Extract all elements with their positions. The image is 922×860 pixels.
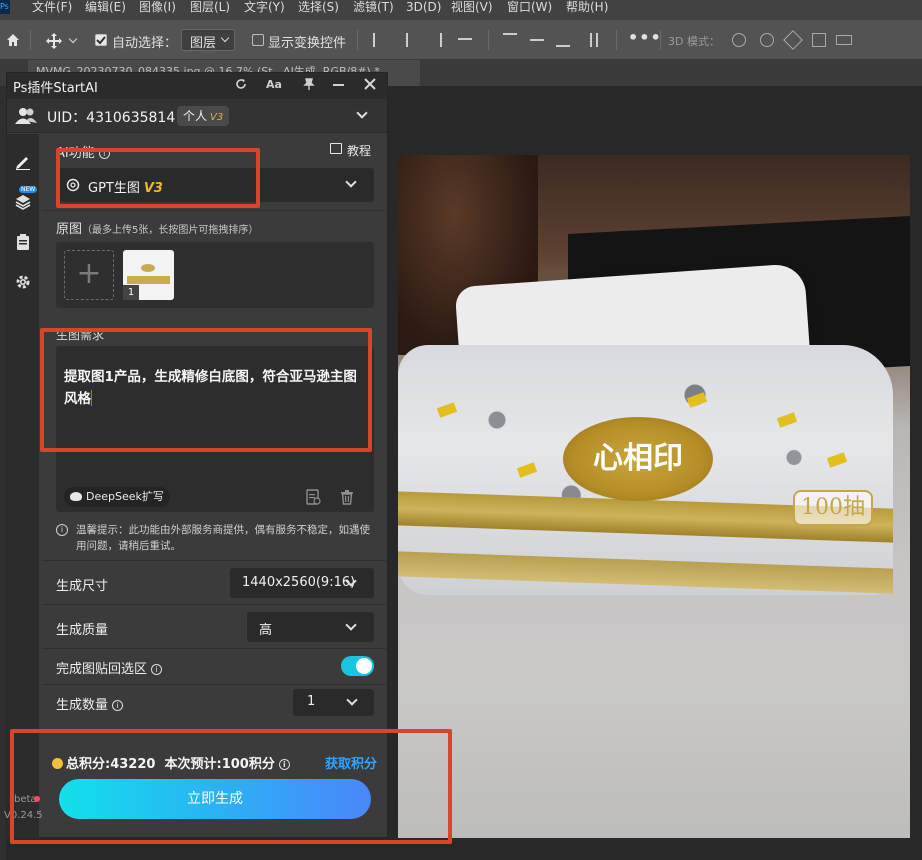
show-transform-checkbox[interactable] (252, 34, 264, 46)
auto-select-checkbox[interactable] (95, 34, 107, 46)
count-badge: 100抽 (793, 490, 873, 526)
info-icon: i (151, 664, 163, 675)
minimize-icon[interactable] (333, 84, 344, 86)
new-badge: NEW (19, 186, 38, 193)
move-tool-icon[interactable] (46, 33, 62, 49)
deepseek-expand-button[interactable]: DeepSeek扩写 (64, 487, 170, 507)
menu-bar: Ps 文件(F) 编辑(E) 图像(I) 图层(L) 文字(Y) 选择(S) 滤… (0, 0, 922, 20)
photoshop-app-icon[interactable]: Ps (0, 0, 10, 14)
refresh-icon[interactable] (235, 78, 247, 90)
chevron-down-icon (346, 694, 358, 706)
book-icon (330, 143, 342, 154)
quality-dropdown[interactable]: 高 (247, 612, 374, 642)
menu-select[interactable]: 选择(S) (298, 0, 339, 14)
menu-layer[interactable]: 图层(L) (190, 0, 230, 14)
3d-slide-icon[interactable] (812, 33, 826, 47)
thumbnail-index: 1 (123, 285, 139, 300)
menu-filter[interactable]: 滤镜(T) (353, 0, 394, 14)
3d-camera-icon[interactable] (836, 35, 852, 45)
edit-pen-icon[interactable] (15, 154, 31, 170)
tutorial-link[interactable]: 教程 (330, 142, 371, 159)
chevron-down-icon (345, 176, 357, 188)
distribute-icon[interactable] (590, 33, 598, 47)
paste-back-label: 完成图贴回选区 i (56, 658, 163, 677)
align-bottom-icon[interactable] (556, 33, 570, 47)
home-icon[interactable] (6, 33, 20, 47)
menu-view[interactable]: 视图(V) (451, 0, 493, 14)
chevron-down-icon[interactable] (68, 34, 78, 44)
size-dropdown[interactable]: 1440x2560(9:16) (230, 568, 374, 598)
menu-type[interactable]: 文字(Y) (244, 0, 285, 14)
menu-window[interactable]: 窗口(W) (507, 0, 552, 14)
chevron-down-icon[interactable] (356, 107, 368, 119)
auto-select-label: 自动选择： (112, 36, 178, 51)
font-size-icon[interactable]: Aa (266, 78, 282, 91)
count-dropdown[interactable]: 1 (293, 689, 374, 716)
3d-orbit-icon[interactable] (732, 33, 746, 47)
3d-pan-icon[interactable] (783, 30, 803, 50)
menu-file[interactable]: 文件(F) (32, 0, 72, 14)
source-image-label: 原图（最多上传5张，长按图片可拖拽排序） (56, 222, 259, 237)
auto-select-dropdown[interactable]: 图层 (181, 29, 235, 51)
menu-help[interactable]: 帮助(H) (566, 0, 608, 14)
brand-logo: 心相印 (563, 417, 713, 501)
panel-header: Ps插件StartAI Aa (7, 73, 387, 99)
trash-icon[interactable] (340, 489, 354, 505)
more-options-icon[interactable]: ••• (628, 28, 662, 47)
annotation-box-prompt (40, 328, 372, 452)
count-label: 生成数量 i (56, 694, 124, 713)
chevron-down-icon (220, 33, 230, 43)
info-icon: i (112, 700, 124, 711)
3d-roll-icon[interactable] (760, 33, 774, 47)
tip-text: 温馨提示：此功能由外部服务商提供，偶有服务不稳定，如遇使用问题，请稍后重试。 (76, 524, 370, 552)
add-image-button[interactable]: + (64, 250, 114, 300)
layers-icon[interactable] (15, 194, 31, 210)
close-icon[interactable] (364, 78, 376, 90)
annotation-box-model (56, 148, 260, 208)
user-tier-badge: 个人 V3 (177, 106, 230, 126)
gear-icon[interactable] (15, 274, 31, 290)
options-bar: 自动选择： 图层 显示变换控件 ••• 3D 模式： (0, 20, 922, 60)
align-vcenter-icon[interactable] (530, 39, 544, 53)
annotation-box-generate (10, 729, 452, 844)
align-left-icon[interactable] (373, 33, 387, 47)
clipboard-icon[interactable] (15, 234, 31, 250)
deepseek-whale-icon (70, 492, 82, 501)
align-center-h-icon[interactable] (406, 33, 420, 47)
info-icon: i (56, 524, 68, 536)
align-right-icon[interactable] (428, 33, 442, 47)
pin-icon[interactable] (303, 78, 315, 90)
menu-image[interactable]: 图像(I) (139, 0, 176, 14)
3d-mode-label: 3D 模式： (668, 35, 720, 48)
align-top-icon[interactable] (503, 33, 517, 47)
panel-title: Ps插件StartAI (13, 81, 98, 96)
chevron-down-icon (345, 619, 357, 631)
users-icon (15, 107, 37, 125)
paste-back-toggle[interactable] (341, 656, 374, 676)
menu-edit[interactable]: 编辑(E) (85, 0, 126, 14)
quality-label: 生成质量 (56, 623, 109, 638)
uid-text: UID：4310635814 (47, 110, 176, 126)
size-label: 生成尺寸 (56, 579, 109, 594)
canvas-photo[interactable]: 心相印 100抽 (398, 155, 910, 838)
align-middle-icon[interactable] (458, 38, 472, 52)
show-transform-label: 显示变换控件 (268, 36, 347, 51)
uid-row: UID：4310635814 个人 V3 (7, 99, 387, 133)
history-icon[interactable] (305, 489, 321, 505)
menu-3d[interactable]: 3D(D) (406, 0, 441, 14)
